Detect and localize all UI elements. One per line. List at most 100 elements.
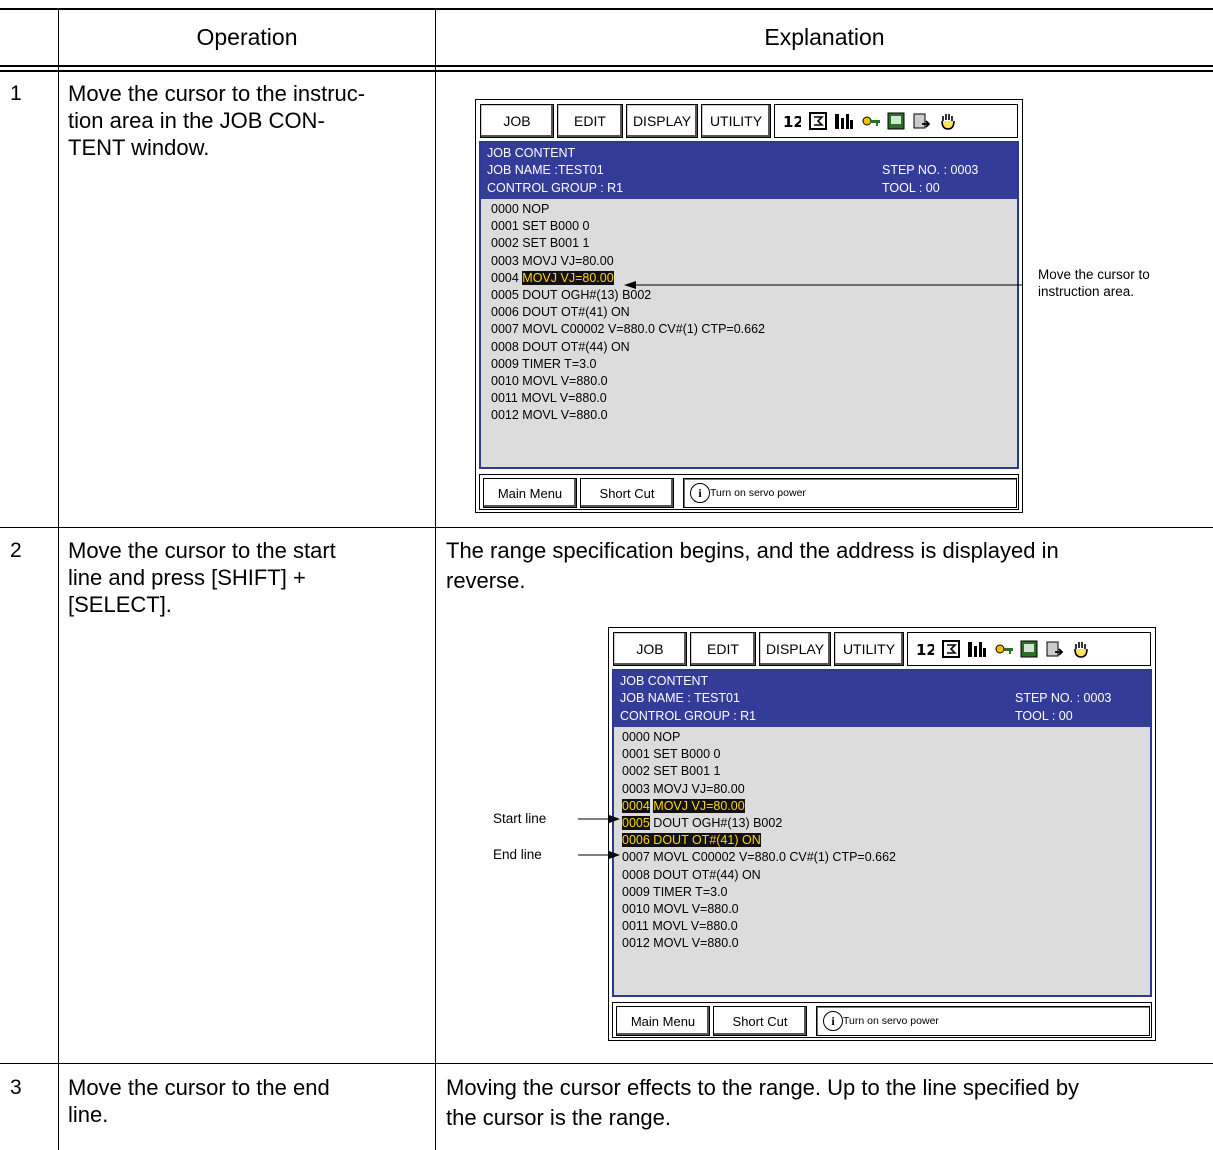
main-menu-button[interactable]: Main Menu bbox=[483, 478, 577, 508]
window-title: JOB CONTENT bbox=[487, 146, 576, 160]
row2-rule bbox=[0, 1063, 1213, 1064]
short-cut-button[interactable]: Short Cut bbox=[713, 1006, 807, 1036]
message-area: i Turn on servo power bbox=[816, 1006, 1150, 1036]
job-content-header: JOB CONTENT JOB NAME :TEST01 CONTROL GRO… bbox=[481, 143, 1017, 199]
annotation-arrow-1 bbox=[624, 281, 1022, 289]
header-rule-2 bbox=[0, 70, 1213, 72]
col-rule-1 bbox=[58, 8, 59, 1150]
line-body: DOUT OGH#(13) B002 bbox=[653, 815, 783, 830]
row1-rule bbox=[0, 527, 1213, 528]
instruction-line[interactable]: 0001 SET B000 0 bbox=[622, 746, 896, 763]
tool-no: TOOL : 00 bbox=[1015, 709, 1073, 723]
info-icon: i bbox=[690, 483, 710, 503]
menu-display-button[interactable]: DISPLAY bbox=[626, 104, 698, 138]
explanation-text-2: The range specification begins, and the … bbox=[446, 538, 1059, 593]
instruction-line[interactable]: 0003 MOVJ VJ=80.00 bbox=[491, 253, 765, 270]
control-group: CONTROL GROUP : R1 bbox=[487, 181, 624, 195]
selected-line-number: 0005 bbox=[622, 815, 650, 830]
pendant-screen-2: JOB EDIT DISPLAY UTILITY 12 JOB CONTENT … bbox=[608, 627, 1156, 1041]
header-rule-1 bbox=[0, 65, 1213, 67]
menu-job-button[interactable]: JOB bbox=[613, 632, 687, 666]
instruction-line[interactable]: 0000 NOP bbox=[622, 729, 896, 746]
menu-display-button[interactable]: DISPLAY bbox=[759, 632, 831, 666]
start-line-label: Start line bbox=[493, 811, 547, 826]
keys-icon bbox=[861, 112, 880, 130]
job-name: JOB NAME :TEST01 bbox=[487, 163, 604, 177]
explanation-text-3: Moving the cursor effects to the range. … bbox=[446, 1075, 1080, 1130]
instruction-line[interactable]: 0012 MOVL V=880.0 bbox=[491, 407, 765, 424]
selected-instruction-line[interactable]: 0006 DOUT OT#(41) ON bbox=[622, 832, 896, 849]
selected-line-number: 0006 bbox=[622, 833, 650, 848]
svg-text:12: 12 bbox=[916, 641, 934, 658]
selected-instruction-line[interactable]: 0004 MOVJ VJ=80.00 bbox=[622, 798, 896, 815]
instruction-line[interactable]: 0012 MOVL V=880.0 bbox=[622, 935, 896, 952]
menu-job-button[interactable]: JOB bbox=[480, 104, 554, 138]
step-number-1: 1 bbox=[10, 82, 22, 105]
step-number-2: 2 bbox=[10, 539, 22, 562]
m-bars-icon bbox=[968, 640, 986, 658]
hand-icon bbox=[939, 112, 957, 130]
control-group: CONTROL GROUP : R1 bbox=[620, 709, 757, 723]
menu-utility-button[interactable]: UTILITY bbox=[701, 104, 771, 138]
instruction-list: 0000 NOP 0001 SET B000 0 0002 SET B001 1… bbox=[622, 729, 896, 952]
end-line-label: End line bbox=[493, 847, 542, 862]
short-cut-button[interactable]: Short Cut bbox=[580, 478, 674, 508]
selected-instruction-line[interactable]: 0005 DOUT OGH#(13) B002 bbox=[622, 815, 896, 832]
col-rule-2 bbox=[435, 8, 436, 1150]
cursor-highlight: MOVJ VJ=80.00 bbox=[522, 270, 614, 285]
doc-arrow-icon bbox=[1046, 640, 1064, 658]
end-line-arrow bbox=[578, 851, 620, 859]
job-content-window: JOB CONTENT JOB NAME :TEST01 CONTROL GRO… bbox=[479, 141, 1019, 469]
instruction-line[interactable]: 0000 NOP bbox=[491, 201, 765, 218]
footer-bar: Main Menu Short Cut i Turn on servo powe… bbox=[479, 474, 1019, 510]
menu-edit-button[interactable]: EDIT bbox=[690, 632, 756, 666]
message-text: Turn on servo power bbox=[710, 487, 806, 499]
pendant-screen-1: JOB EDIT DISPLAY UTILITY 12 JOB CONTENT … bbox=[475, 99, 1023, 513]
instruction-line[interactable]: 0003 MOVJ VJ=80.00 bbox=[622, 781, 896, 798]
instruction-line[interactable]: 0010 MOVL V=880.0 bbox=[622, 901, 896, 918]
selected-line-body: DOUT OT#(41) ON bbox=[653, 833, 761, 848]
m-bars-icon bbox=[835, 112, 853, 130]
screen-icon bbox=[1020, 640, 1038, 658]
instruction-line[interactable]: 0006 DOUT OT#(41) ON bbox=[491, 304, 765, 321]
menu-utility-button[interactable]: UTILITY bbox=[834, 632, 904, 666]
instruction-line[interactable]: 0007 MOVL C00002 V=880.0 CV#(1) CTP=0.66… bbox=[491, 321, 765, 338]
operation-text-2: Move the cursor to the start line and pr… bbox=[68, 538, 336, 617]
hand-icon bbox=[1072, 640, 1090, 658]
job-content-header: JOB CONTENT JOB NAME : TEST01 CONTROL GR… bbox=[614, 671, 1150, 727]
instruction-line[interactable]: 0009 TIMER T=3.0 bbox=[491, 356, 765, 373]
line-number: 0004 bbox=[491, 270, 523, 285]
status-icon-bar: 12 bbox=[907, 632, 1151, 666]
footer-bar: Main Menu Short Cut i Turn on servo powe… bbox=[612, 1002, 1152, 1038]
job-name: JOB NAME : TEST01 bbox=[620, 691, 740, 705]
instruction-line[interactable]: 0011 MOVL V=880.0 bbox=[622, 918, 896, 935]
keys-icon bbox=[994, 640, 1013, 658]
step-no: STEP NO. : 0003 bbox=[1015, 691, 1112, 705]
window-title: JOB CONTENT bbox=[620, 674, 709, 688]
step-no: STEP NO. : 0003 bbox=[882, 163, 979, 177]
instruction-line[interactable]: 0008 DOUT OT#(44) ON bbox=[491, 339, 765, 356]
instruction-line[interactable]: 0011 MOVL V=880.0 bbox=[491, 390, 765, 407]
menu-edit-button[interactable]: EDIT bbox=[557, 104, 623, 138]
instruction-line[interactable]: 0002 SET B001 1 bbox=[491, 235, 765, 252]
job-content-window: JOB CONTENT JOB NAME : TEST01 CONTROL GR… bbox=[612, 669, 1152, 997]
start-line-arrow bbox=[578, 815, 620, 823]
instruction-line[interactable]: 0009 TIMER T=3.0 bbox=[622, 884, 896, 901]
instruction-line[interactable]: 0010 MOVL V=880.0 bbox=[491, 373, 765, 390]
doc-arrow-icon bbox=[913, 112, 931, 130]
instruction-list: 0000 NOP 0001 SET B000 0 0002 SET B001 1… bbox=[491, 201, 765, 424]
instruction-line[interactable]: 0001 SET B000 0 bbox=[491, 218, 765, 235]
table-top-rule bbox=[0, 8, 1213, 10]
instruction-line[interactable]: 0002 SET B001 1 bbox=[622, 763, 896, 780]
instruction-line[interactable]: 0007 MOVL C00002 V=880.0 CV#(1) CTP=0.66… bbox=[622, 849, 896, 866]
instruction-line[interactable]: 0008 DOUT OT#(44) ON bbox=[622, 867, 896, 884]
selected-line-body: MOVJ VJ=80.00 bbox=[653, 798, 745, 813]
numbers-icon: 12 bbox=[783, 112, 804, 131]
main-menu-button[interactable]: Main Menu bbox=[616, 1006, 710, 1036]
tool-no: TOOL : 00 bbox=[882, 181, 940, 195]
operation-text-1: Move the cursor to the instruc- tion are… bbox=[68, 81, 366, 160]
message-area: i Turn on servo power bbox=[683, 478, 1017, 508]
step-number-3: 3 bbox=[10, 1076, 22, 1099]
screen-icon bbox=[887, 112, 905, 130]
message-text: Turn on servo power bbox=[843, 1015, 939, 1027]
